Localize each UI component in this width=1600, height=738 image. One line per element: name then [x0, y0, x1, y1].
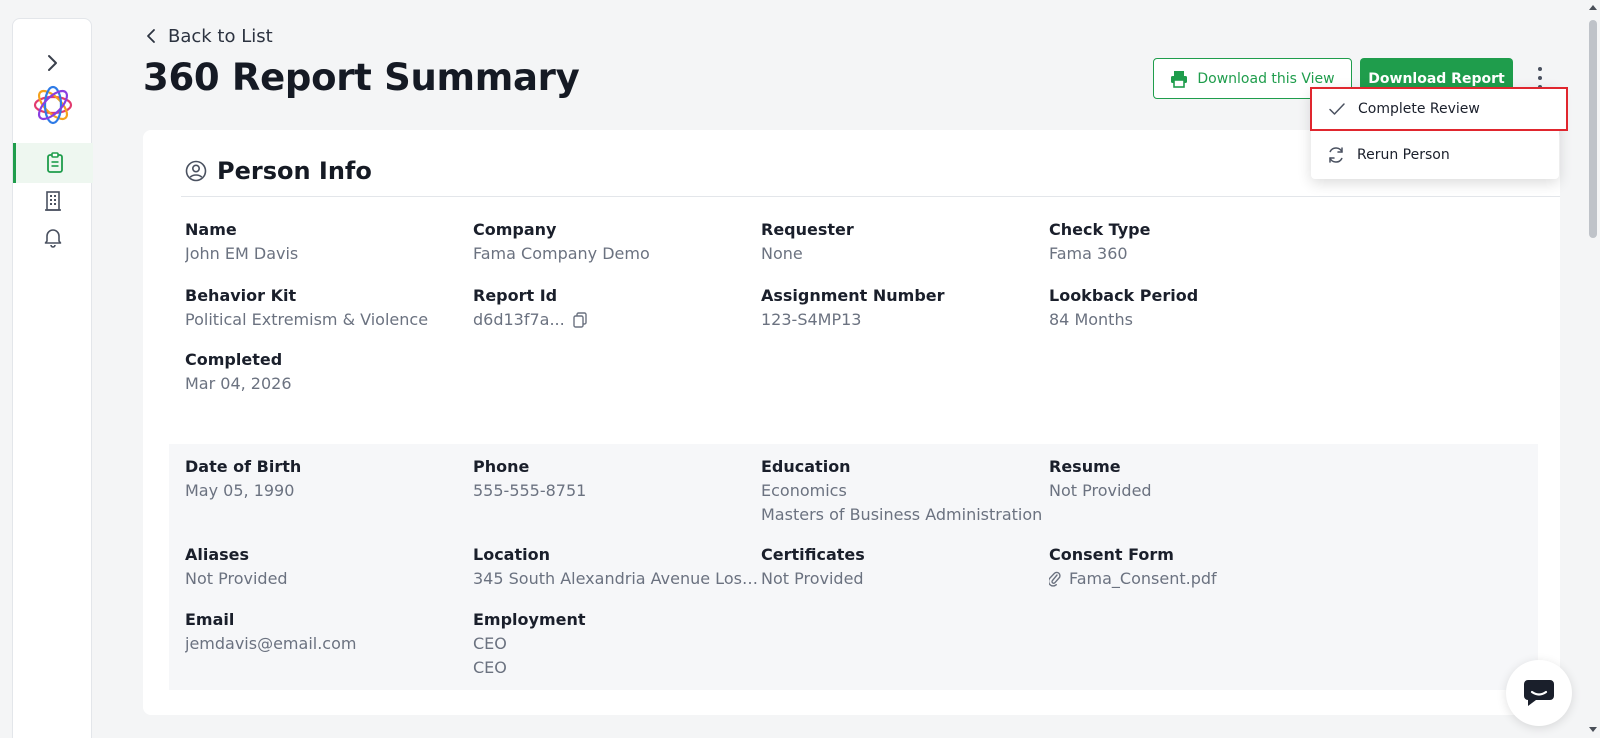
consent-form-link[interactable]: Fama_Consent.pdf	[1049, 567, 1334, 591]
sidebar-item-notifications[interactable]	[13, 217, 93, 257]
back-to-list-link[interactable]: Back to List	[146, 24, 273, 48]
field-resume: Resume Not Provided	[1049, 457, 1152, 500]
check-icon	[1329, 103, 1345, 115]
building-icon	[45, 191, 61, 211]
logo-icon	[33, 85, 73, 125]
field-location: Location 345 South Alexandria Avenue Los…	[473, 545, 758, 588]
chevron-right-icon	[48, 55, 57, 71]
scroll-down-arrow-icon[interactable]	[1589, 727, 1597, 732]
sidebar-item-reports[interactable]	[13, 143, 93, 183]
sidebar-expand-button[interactable]	[41, 51, 65, 75]
download-report-label: Download Report	[1368, 70, 1505, 87]
section-header: Person Info	[185, 154, 372, 188]
chat-widget-button[interactable]	[1506, 660, 1572, 726]
field-certificates: Certificates Not Provided	[761, 545, 865, 588]
sidebar-item-companies[interactable]	[13, 181, 93, 221]
more-options-menu: Complete Review Rerun Person	[1310, 87, 1568, 179]
field-phone: Phone 555-555-8751	[473, 457, 587, 500]
page-title: 360 Report Summary	[143, 56, 580, 99]
menu-item-label: Rerun Person	[1357, 147, 1450, 163]
field-requester: Requester None	[761, 220, 854, 263]
kebab-dot	[1538, 67, 1542, 71]
bell-icon	[44, 229, 62, 248]
field-company: Company Fama Company Demo	[473, 220, 650, 263]
chevron-left-icon	[147, 29, 155, 43]
field-lookback-period: Lookback Period 84 Months	[1049, 286, 1199, 329]
section-divider	[181, 196, 1560, 197]
field-completed: Completed Mar 04, 2026	[185, 350, 292, 393]
field-education: Education Economics Masters of Business …	[761, 457, 1043, 524]
paperclip-icon	[1049, 571, 1061, 587]
field-check-type: Check Type Fama 360	[1049, 220, 1151, 263]
consent-form-filename: Fama_Consent.pdf	[1069, 569, 1217, 588]
field-report-id: Report Id d6d13f7a...	[473, 284, 758, 332]
field-behavior-kit: Behavior Kit Political Extremism & Viole…	[185, 286, 429, 329]
refresh-icon	[1329, 147, 1343, 163]
scroll-up-arrow-icon[interactable]	[1589, 5, 1597, 10]
field-employment: Employment CEO CEO	[473, 610, 586, 677]
section-title: Person Info	[217, 157, 372, 185]
brand-logo	[31, 83, 75, 127]
menu-item-rerun-person[interactable]: Rerun Person	[1311, 135, 1559, 175]
sidebar	[12, 18, 93, 738]
scrollbar-thumb[interactable]	[1589, 20, 1597, 238]
clipboard-icon	[46, 152, 63, 173]
field-email: Email jemdavis@email.com	[185, 610, 357, 653]
field-date-of-birth: Date of Birth May 05, 1990	[185, 457, 302, 500]
copy-icon[interactable]	[573, 312, 587, 328]
field-aliases: Aliases Not Provided	[185, 545, 288, 588]
field-name: Name John EM Davis	[185, 220, 299, 263]
field-consent-form: Consent Form Fama_Consent.pdf	[1049, 543, 1334, 591]
field-assignment-number: Assignment Number 123-S4MP13	[761, 286, 945, 329]
menu-item-complete-review[interactable]: Complete Review	[1310, 87, 1568, 131]
app-root: Back to List 360 Report Summary Download…	[0, 0, 1600, 738]
kebab-dot	[1538, 76, 1542, 80]
report-id-value: d6d13f7a...	[473, 310, 565, 329]
back-link-label: Back to List	[168, 25, 273, 47]
chat-bubble-icon	[1524, 680, 1554, 706]
menu-item-label: Complete Review	[1358, 101, 1480, 117]
person-info-card: Person Info Name John EM Davis Company F…	[143, 130, 1560, 715]
printer-icon	[1171, 70, 1188, 88]
download-this-view-label: Download this View	[1197, 70, 1335, 87]
user-circle-icon	[185, 160, 207, 182]
